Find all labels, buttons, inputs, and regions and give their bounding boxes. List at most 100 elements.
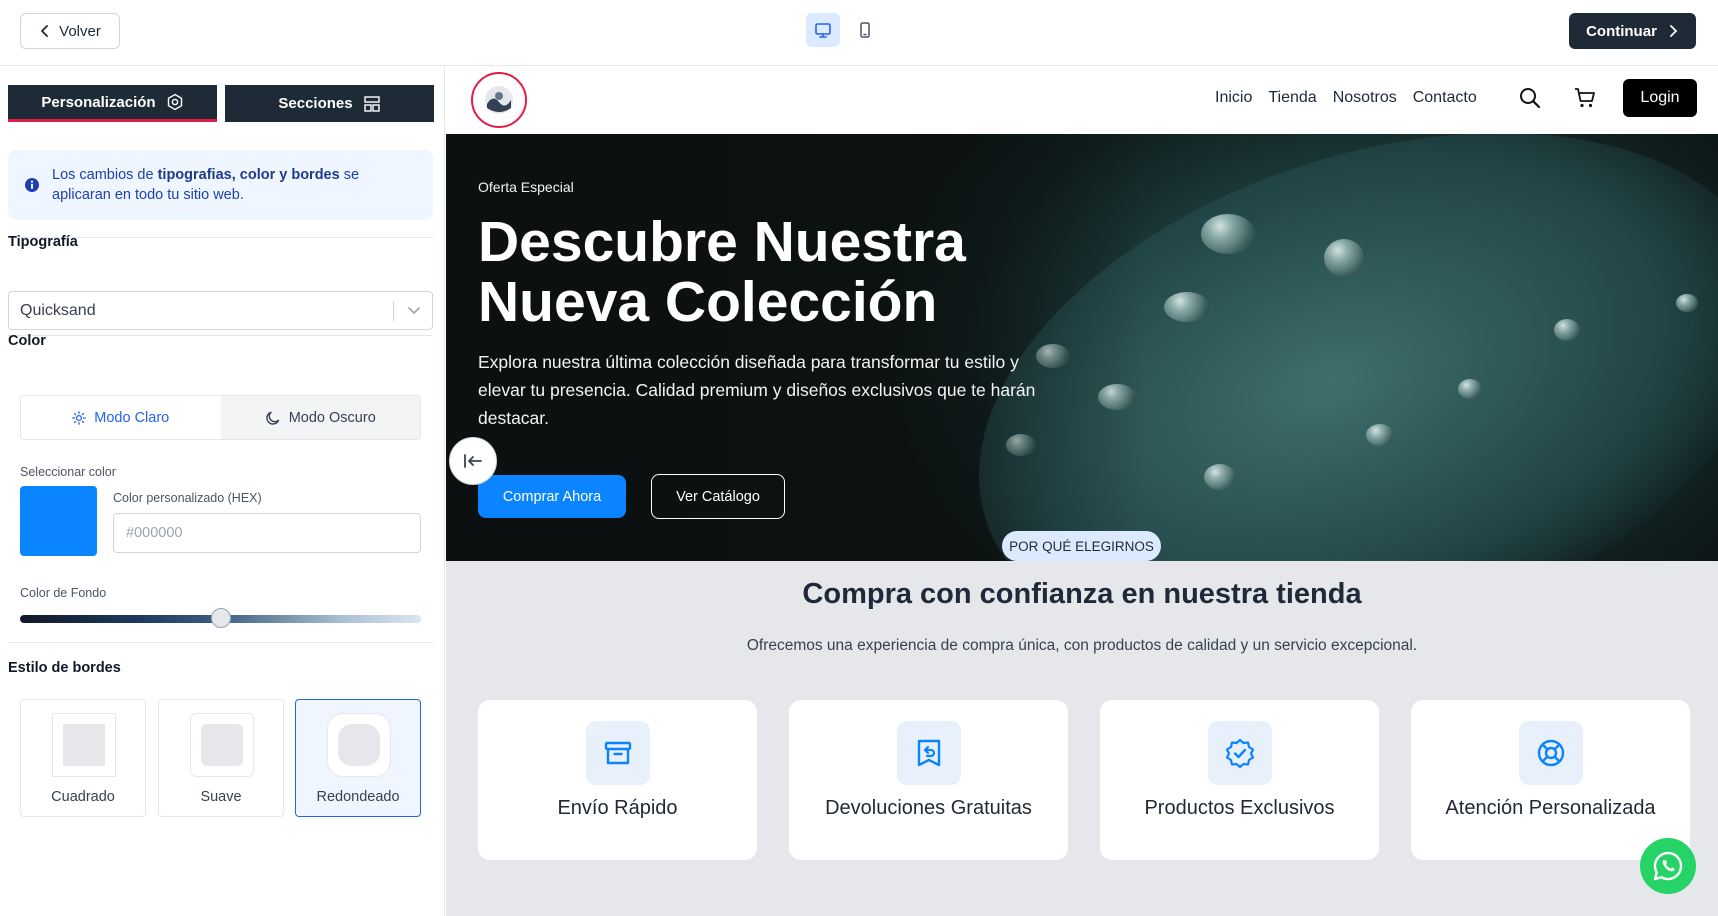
mobile-icon [860,22,870,38]
login-button[interactable]: Login [1623,79,1697,117]
hero-title: Descubre Nuestra Nueva Colección [478,210,966,334]
hero-description: Explora nuestra última colección diseñad… [478,352,1036,428]
water-drop [1366,424,1394,446]
desktop-view-button[interactable] [806,13,840,47]
back-button-label: Volver [59,22,101,40]
hex-label: Color personalizado (HEX) [113,491,262,505]
badge-check-icon [1225,738,1255,769]
info-text-prefix: Los cambios de [52,167,158,183]
feature-icon-wrap [1208,721,1272,785]
tab-personalizacion[interactable]: Personalización [8,85,217,122]
site-header: Inicio Tienda Nosotros Contacto Login [446,67,1718,134]
water-drop [1164,292,1210,322]
soft-preview [190,713,254,777]
back-button[interactable]: Volver [20,13,120,49]
water-drop [1204,464,1236,490]
feature-card: Devoluciones Gratuitas [789,700,1068,860]
whatsapp-icon [1653,851,1683,881]
feature-card: Envío Rápido [478,700,757,860]
tab-personalizacion-label: Personalización [41,93,156,111]
dark-mode-button[interactable]: Modo Oscuro [220,396,420,439]
why-title: Compra con confianza en nuestra tienda [802,578,1362,610]
hex-input[interactable] [113,513,421,553]
water-drop [1324,239,1364,277]
dark-mode-label: Modo Oscuro [288,409,376,426]
why-us-badge: POR QUÉ ELEGIRNOS [1002,531,1161,561]
tab-secciones-label: Secciones [278,95,353,112]
theme-mode-toggle: Modo Claro Modo Oscuro [20,395,421,440]
color-title: Color [8,333,46,349]
light-mode-label: Modo Claro [94,409,170,426]
border-option-soft[interactable]: Suave [158,699,284,817]
nav-nosotros[interactable]: Nosotros [1333,89,1397,107]
site-logo[interactable] [471,72,527,128]
collapse-panel-button[interactable] [449,437,497,485]
typography-title: Tipografía [8,234,78,250]
feature-title: Envío Rápido [557,797,678,819]
return-icon [917,739,941,767]
border-style-title: Estilo de bordes [8,660,121,676]
feature-icon-wrap [897,721,961,785]
site-nav: Inicio Tienda Nosotros Contacto [1215,89,1477,107]
divider [8,335,433,336]
feature-title: Atención Personalizada [1445,797,1656,819]
border-option-label: Cuadrado [51,789,115,805]
info-text: Los cambios de tipografias, color y bord… [52,165,417,205]
border-option-label: Redondeado [316,789,400,805]
border-option-rounded[interactable]: Redondeado [295,699,421,817]
water-drop [1676,294,1698,312]
chevron-down-icon [408,307,420,315]
whatsapp-chat-button[interactable] [1640,838,1696,894]
why-subtitle: Ofrecemos una experiencia de compra únic… [746,637,1418,654]
select-color-label: Seleccionar color [20,465,116,479]
water-drop [1201,214,1255,254]
feature-card: Productos Exclusivos [1100,700,1379,860]
cart-icon[interactable] [1574,87,1596,109]
slider-handle[interactable] [210,608,231,628]
logo-mark-icon [485,86,513,114]
feature-title: Productos Exclusivos [1144,797,1335,819]
panel-tabs: Personalización Secciones [8,85,434,122]
lifebuoy-icon [1537,739,1565,767]
square-preview [52,713,116,777]
site-preview: Inicio Tienda Nosotros Contacto Login Of… [446,67,1718,916]
top-bar: Volver Continuar [0,0,1718,66]
hero-kicker: Oferta Especial [478,179,574,195]
select-separator [393,301,394,321]
layout-icon [363,95,380,112]
chevron-right-icon [1670,25,1677,37]
hero-banner: Oferta Especial Descubre Nuestra Nueva C… [446,134,1718,561]
sun-icon [72,410,87,425]
mobile-view-button[interactable] [848,13,882,47]
nav-tienda[interactable]: Tienda [1268,89,1316,107]
nav-inicio[interactable]: Inicio [1215,89,1252,107]
desktop-icon [815,23,831,38]
nav-contacto[interactable]: Contacto [1413,89,1477,107]
shop-now-button[interactable]: Comprar Ahora [478,475,626,518]
border-option-label: Suave [200,789,242,805]
chevron-left-icon [41,25,49,37]
feature-icon-wrap [1519,721,1583,785]
customization-panel: Personalización Secciones Los cambios de… [0,67,445,916]
water-drop [1554,319,1580,341]
view-catalog-button[interactable]: Ver Catálogo [651,474,785,519]
continue-button[interactable]: Continuar [1569,13,1696,49]
light-mode-button[interactable]: Modo Claro [21,396,221,439]
search-icon[interactable] [1519,87,1541,109]
border-option-square[interactable]: Cuadrado [20,699,146,817]
settings-hexagon-icon [167,93,182,111]
feature-icon-wrap [586,721,650,785]
color-swatch[interactable] [20,486,97,556]
water-drop [1458,379,1482,399]
typography-select[interactable]: Quicksand [8,291,433,330]
feature-title: Devoluciones Gratuitas [825,797,1032,819]
background-color-label: Color de Fondo [20,586,107,600]
divider [8,642,433,643]
rounded-preview [327,713,391,777]
feature-card: Atención Personalizada [1411,700,1690,860]
collapse-left-icon [464,454,482,468]
tab-secciones[interactable]: Secciones [225,85,434,122]
continue-button-label: Continuar [1586,22,1657,40]
info-icon [25,178,39,192]
moon-icon [265,411,279,425]
